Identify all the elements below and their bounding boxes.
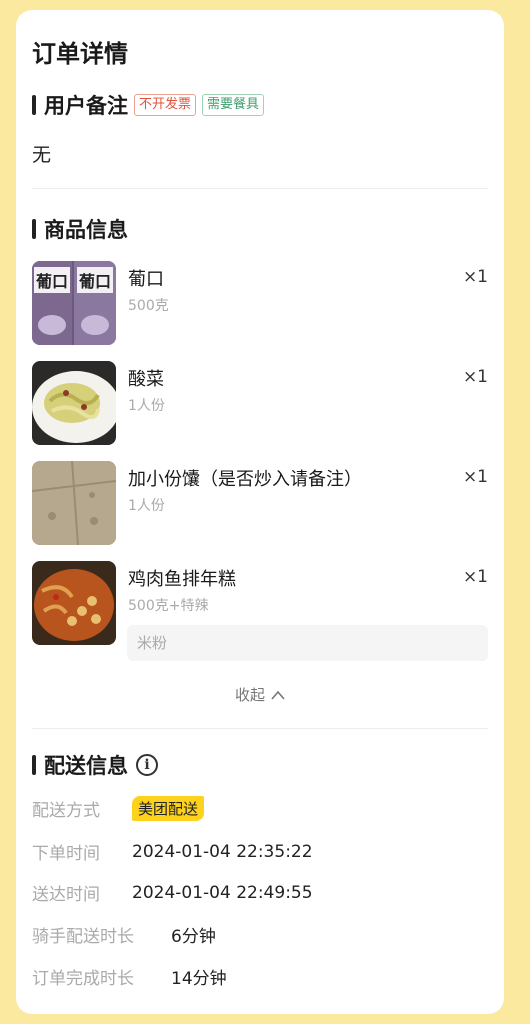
arrival-time-value: 2024-01-04 22:49:55 [132,882,313,903]
products-title: 商品信息 [44,218,128,242]
product-spec: 1人份 [128,498,165,514]
meituan-delivery-badge: 美团配送 [132,796,205,821]
rider-duration-value: 6分钟 [171,927,216,947]
need-utensils-tag: 需要餐具 [202,94,265,116]
chevron-up-icon [271,686,285,704]
arrival-time-row: 送达时间 2024-01-04 22:49:55 [32,880,313,906]
section-bar [32,95,36,115]
rider-duration-label: 骑手配送时长 [32,927,134,947]
product-qty: ×1 [462,567,488,587]
products-section-header: 商品信息 [32,214,128,244]
remark-title: 用户备注 [44,94,128,118]
order-time-label: 下单时间 [32,844,100,864]
product-spec: 500克+特辣 [128,598,209,614]
product-image-suancai [32,361,116,445]
no-invoice-tag: 不开发票 [134,94,197,116]
order-time-row: 下单时间 2024-01-04 22:35:22 [32,839,313,865]
delivery-method-row: 配送方式 美团配送 [32,796,205,821]
product-item[interactable]: 酸菜 1人份 ×1 [32,361,488,447]
product-spec: 1人份 [128,398,165,414]
order-complete-duration-label: 订单完成时长 [32,969,134,989]
section-bar [32,219,36,239]
rider-duration-row: 骑手配送时长 6分钟 [32,922,216,947]
product-name: 鸡肉鱼排年糕 [128,569,236,590]
collapse-label: 收起 [234,686,265,704]
product-image-putao: 葡口 葡口 [32,261,116,345]
order-complete-duration-row: 订单完成时长 14分钟 [32,964,227,989]
divider [32,188,488,189]
section-bar [32,755,36,775]
product-note: 米粉 [127,625,488,661]
order-time-value: 2024-01-04 22:35:22 [132,841,313,862]
product-item[interactable]: 葡口 葡口 葡口 500克 ×1 [32,261,488,347]
product-name: 葡口 [128,269,164,290]
product-spec: 500克 [128,298,169,314]
page-title: 订单详情 [32,40,128,68]
svg-text:葡口: 葡口 [78,272,111,291]
product-name: 酸菜 [128,369,164,390]
product-qty: ×1 [462,467,488,487]
order-complete-duration-value: 14分钟 [171,969,227,989]
product-item[interactable]: 加小份馕（是否炒入请备注） 1人份 ×1 [32,461,488,547]
info-circle-icon[interactable]: i [136,754,158,776]
delivery-method-label: 配送方式 [32,801,100,821]
delivery-title: 配送信息 [44,754,128,778]
divider [32,728,488,729]
collapse-button[interactable]: 收起 [16,684,504,705]
product-name: 加小份馕（是否炒入请备注） [128,469,362,490]
svg-text:葡口: 葡口 [35,272,68,291]
product-qty: ×1 [462,367,488,387]
arrival-time-label: 送达时间 [32,885,100,905]
delivery-section-header: 配送信息 i [32,750,158,780]
remark-section-header: 用户备注 不开发票 需要餐具 [32,90,265,120]
product-image-nang [32,461,116,545]
remark-text: 无 [32,144,52,166]
order-detail-card: 订单详情 用户备注 不开发票 需要餐具 无 商品信息 葡口 葡口 葡口 500克… [16,10,504,1014]
product-image-chicken-fish-ricecake [32,561,116,645]
product-qty: ×1 [462,267,488,287]
